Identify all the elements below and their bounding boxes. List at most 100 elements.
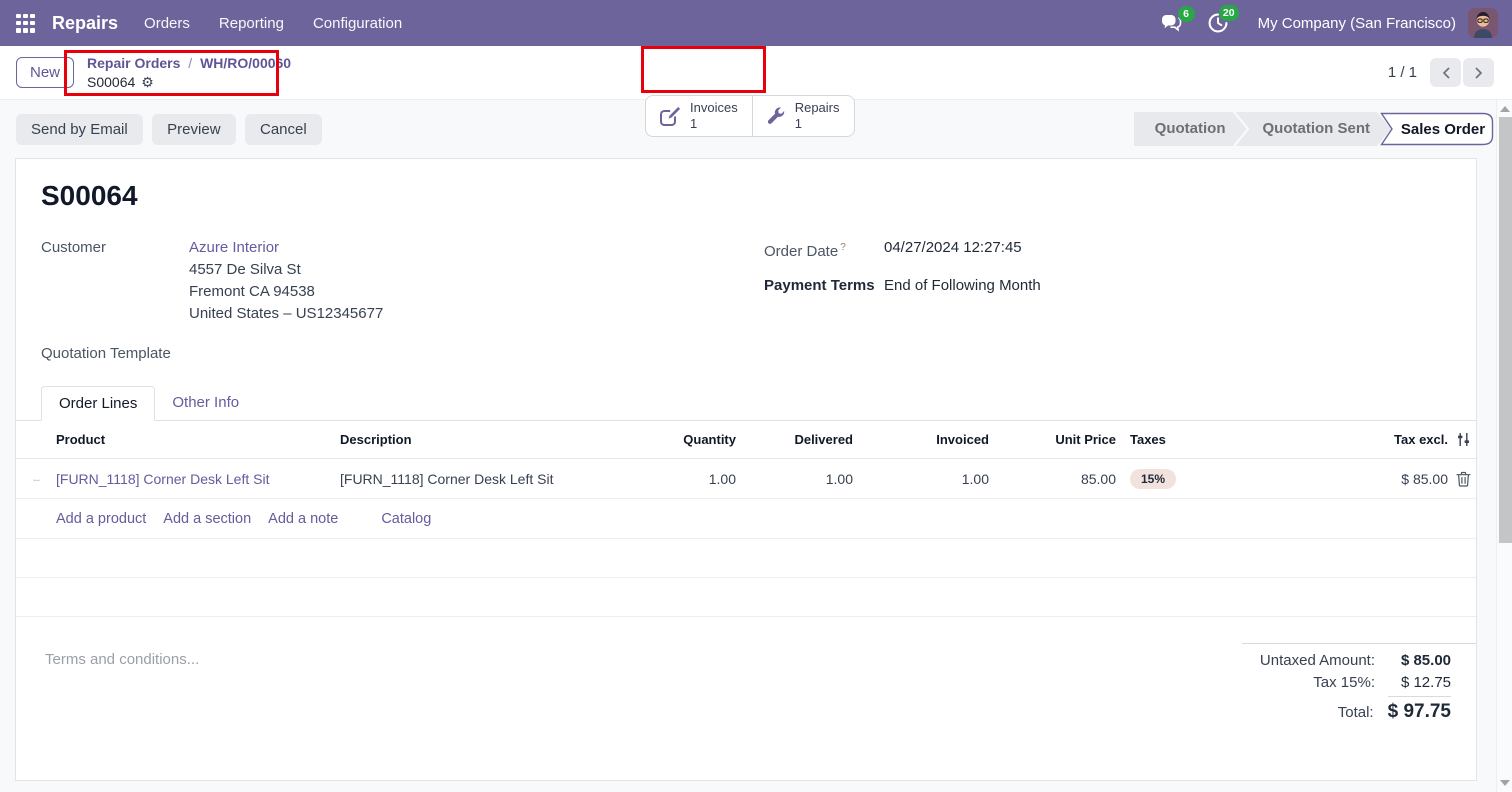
add-a-section-link[interactable]: Add a section [163,511,251,527]
customer-address-country: United States – US12345677 [189,303,383,325]
row-unit-price[interactable]: 85.00 [989,471,1116,487]
navbar-right: 6 20 My Company (San Francisco) [1161,8,1498,38]
form-sheet: S00064 Customer Azure Interior 4557 De S… [15,158,1477,781]
app-window: Repairs Orders Reporting Configuration 6… [0,0,1512,792]
order-date-label: Order Date? [764,237,884,263]
notebook-tabs: Order Lines Other Info [16,386,1476,421]
pager-counter[interactable]: 1 / 1 [1388,64,1417,81]
navbar-left: Repairs Orders Reporting Configuration [16,13,431,34]
col-quantity[interactable]: Quantity [660,432,736,447]
row-delivered[interactable]: 1.00 [736,471,853,487]
row-product-link[interactable]: [FURN_1118] Corner Desk Left Sit [56,471,340,487]
add-a-product-link[interactable]: Add a product [56,511,146,527]
breadcrumb-record-name: S00064 [87,73,135,92]
row-description[interactable]: [FURN_1118] Corner Desk Left Sit [340,471,660,487]
payment-terms-value[interactable]: End of Following Month [884,275,1041,297]
pager-previous-button[interactable] [1430,58,1461,87]
messages-button[interactable]: 6 [1161,14,1184,32]
messages-badge: 6 [1178,6,1195,22]
row-tax-excl: $ 85.00 [1290,471,1448,487]
chevron-left-icon [1441,66,1451,80]
tab-other-info[interactable]: Other Info [155,386,256,420]
col-delivered[interactable]: Delivered [736,432,853,447]
vertical-scrollbar[interactable] [1496,100,1512,792]
breadcrumb-repair-ref[interactable]: WH/RO/00060 [200,55,291,71]
tax-badge[interactable]: 15% [1130,469,1176,489]
tax-value: $ 12.75 [1389,674,1451,691]
company-switcher[interactable]: My Company (San Francisco) [1258,15,1456,32]
status-step-quotation[interactable]: Quotation [1134,112,1247,146]
help-icon[interactable]: ? [840,242,846,253]
tab-order-lines[interactable]: Order Lines [41,386,155,421]
top-navbar: Repairs Orders Reporting Configuration 6… [0,0,1512,46]
status-row: Send by Email Preview Cancel Quotation Q… [0,100,1512,158]
customer-label: Customer [41,237,189,325]
status-step-quotation-sent[interactable]: Quotation Sent [1236,112,1392,146]
table-header-row: Product Description Quantity Delivered I… [16,421,1476,459]
total-value: $ 97.75 [1388,696,1451,723]
column-settings-icon [1456,432,1471,447]
gear-icon[interactable]: ⚙ [141,73,154,92]
breadcrumb-separator: / [188,55,192,71]
row-invoiced[interactable]: 1.00 [853,471,989,487]
new-button[interactable]: New [16,57,74,88]
field-group-left: Customer Azure Interior 4557 De Silva St… [41,237,764,365]
status-step-sales-order[interactable]: Sales Order [1380,112,1494,146]
preview-button[interactable]: Preview [152,114,235,145]
cancel-button[interactable]: Cancel [245,114,322,145]
totals-block: Untaxed Amount: $ 85.00 Tax 15%: $ 12.75… [1242,643,1476,728]
avatar-image [1468,8,1498,38]
app-name[interactable]: Repairs [52,13,118,34]
col-taxes[interactable]: Taxes [1116,432,1290,447]
payment-terms-label: Payment Terms [764,275,884,297]
untaxed-amount-label: Untaxed Amount: [1260,652,1375,669]
add-a-note-link[interactable]: Add a note [268,511,338,527]
pager: 1 / 1 [1388,58,1494,87]
catalog-link[interactable]: Catalog [381,511,431,527]
table-footer-links: Add a product Add a section Add a note C… [16,499,1476,539]
order-line-row[interactable]: ⧿ [FURN_1118] Corner Desk Left Sit [FURN… [16,459,1476,499]
scroll-down-arrow[interactable] [1500,780,1510,786]
send-by-email-button[interactable]: Send by Email [16,114,143,145]
menu-reporting[interactable]: Reporting [219,15,284,32]
tax-label: Tax 15%: [1313,674,1375,691]
user-avatar[interactable] [1468,8,1498,38]
delete-line-button[interactable] [1448,471,1479,487]
field-groups: Customer Azure Interior 4557 De Silva St… [16,237,1476,365]
col-product[interactable]: Product [56,432,340,447]
customer-address-city: Fremont CA 94538 [189,281,383,303]
activities-badge: 20 [1219,5,1239,21]
record-title: S00064 [41,180,1476,212]
col-unit-price[interactable]: Unit Price [989,432,1116,447]
status-bar: Quotation Quotation Sent Sales Order [1134,112,1494,146]
trash-icon [1456,471,1471,487]
apps-menu-icon[interactable] [16,14,35,33]
order-date-value[interactable]: 04/27/2024 12:27:45 [884,237,1022,263]
menu-orders[interactable]: Orders [144,15,190,32]
pager-next-button[interactable] [1463,58,1494,87]
order-lines-table: Product Description Quantity Delivered I… [16,421,1476,617]
untaxed-amount-value: $ 85.00 [1389,652,1451,669]
total-label: Total: [1338,704,1374,721]
sheet-footer: Terms and conditions... Untaxed Amount: … [16,643,1476,728]
empty-row [16,539,1476,578]
empty-row [16,578,1476,617]
scroll-up-arrow[interactable] [1500,106,1510,112]
scrollbar-thumb[interactable] [1499,117,1512,543]
customer-address-street: 4557 De Silva St [189,259,383,281]
drag-handle[interactable]: ⧿ [16,471,56,487]
menu-configuration[interactable]: Configuration [313,15,402,32]
quotation-template-label: Quotation Template [41,343,189,365]
breadcrumb: Repair Orders / WH/RO/00060 S00064 ⚙ [87,54,291,92]
customer-link[interactable]: Azure Interior [189,237,383,259]
page-body: Send by Email Preview Cancel Quotation Q… [0,100,1512,792]
terms-and-conditions-input[interactable]: Terms and conditions... [45,643,199,728]
col-invoiced[interactable]: Invoiced [853,432,989,447]
col-tax-excl[interactable]: Tax excl. [1290,432,1448,447]
optional-columns-button[interactable] [1448,432,1479,447]
breadcrumb-repair-orders[interactable]: Repair Orders [87,55,180,71]
activities-button[interactable]: 20 [1208,13,1228,33]
control-panel: New Repair Orders / WH/RO/00060 S00064 ⚙… [0,46,1512,100]
row-quantity[interactable]: 1.00 [660,471,736,487]
col-description[interactable]: Description [340,432,660,447]
